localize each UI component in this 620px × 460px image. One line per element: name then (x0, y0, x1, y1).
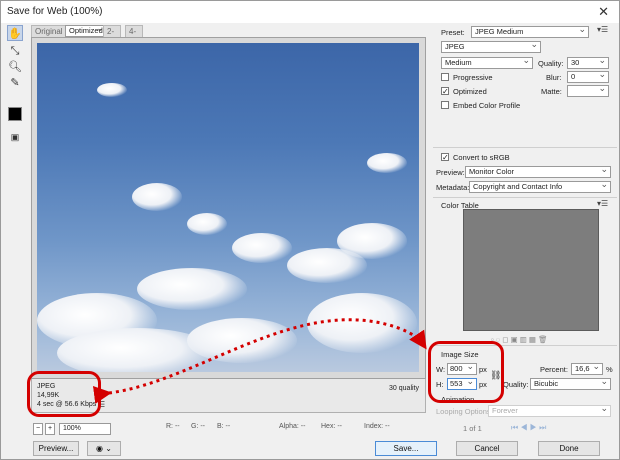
quality-input[interactable]: 30 (567, 57, 609, 69)
zoom-out-icon[interactable]: − (33, 423, 43, 435)
readout-alpha: Alpha: -- (279, 423, 306, 430)
format-select[interactable]: JPEG (441, 41, 541, 53)
resample-quality-select[interactable]: Bicubic (530, 378, 611, 390)
embed-profile-checkbox[interactable] (441, 101, 449, 109)
save-button[interactable]: Save... (375, 441, 437, 456)
toolbox: ✋ ⤡ 🔍︎ ✎ ▣ (5, 23, 25, 142)
zoom-tool-icon[interactable]: 🔍︎ (7, 59, 23, 75)
zoom-select[interactable]: 100% (59, 423, 111, 435)
readout-hex: Hex: -- (321, 423, 342, 430)
matte-select[interactable] (567, 85, 609, 97)
divider (433, 147, 617, 148)
quality-label: Quality: (538, 59, 564, 68)
convert-srgb-checkbox[interactable]: ✓ (441, 153, 449, 162)
tab-2-up[interactable]: 2-Up (103, 25, 122, 48)
percent-label: Percent: (540, 365, 568, 374)
done-button[interactable]: Done (538, 441, 600, 456)
blur-input[interactable]: 0 (567, 71, 609, 83)
hand-tool-icon[interactable]: ✋ (7, 25, 23, 41)
optimize-menu-icon[interactable]: ▾☰ (597, 25, 608, 34)
progressive-label: Progressive (453, 73, 493, 82)
preview-color-label: Preview: (436, 168, 465, 177)
close-icon[interactable]: ✕ (598, 4, 609, 20)
readout-r: R: -- (166, 423, 180, 430)
status-bar: − + 100% R: -- G: -- B: -- Alpha: -- Hex… (31, 421, 431, 435)
looping-label: Looping Options: (436, 407, 493, 416)
window-title: Save for Web (100%) (7, 6, 103, 17)
cancel-button[interactable]: Cancel (456, 441, 518, 456)
toggle-slices-icon[interactable]: ▣ (7, 129, 23, 145)
eyedropper-color-swatch[interactable] (8, 107, 22, 121)
save-for-web-dialog: Save for Web (100%) ✕ ✋ ⤡ 🔍︎ ✎ ▣ Origina… (0, 0, 620, 460)
title-bar: Save for Web (100%) ✕ (1, 1, 619, 23)
metadata-select[interactable]: Copyright and Contact Info (469, 181, 611, 193)
readout-index: Index: -- (364, 423, 390, 430)
preset-label: Preset: (441, 28, 465, 37)
browser-preview-button[interactable]: ◉ ⌄ (87, 441, 121, 456)
optimized-label: Optimized (453, 87, 487, 96)
slice-select-tool-icon[interactable]: ⤡ (7, 43, 23, 59)
optimized-checkbox[interactable]: ✓ (441, 87, 449, 96)
color-table-menu-icon[interactable]: ▾☰ (597, 199, 608, 208)
sky-image (37, 43, 419, 372)
tab-optimized[interactable]: Optimized (65, 25, 107, 37)
zoom-in-icon[interactable]: + (45, 423, 55, 435)
percent-unit: % (606, 365, 613, 374)
preset-select[interactable]: JPEG Medium (471, 26, 589, 38)
frame-navigation-icon[interactable]: ⏮ ◀ ▶ ⏭ (511, 423, 546, 433)
preview-color-select[interactable]: Monitor Color (465, 166, 611, 178)
info-quality: 30 quality (389, 385, 419, 392)
embed-profile-label: Embed Color Profile (453, 101, 521, 110)
blur-label: Blur: (546, 73, 562, 82)
looping-select[interactable]: Forever (488, 405, 611, 417)
matte-label: Matte: (541, 87, 562, 96)
compression-select[interactable]: Medium (441, 57, 533, 69)
annotation-ring-size (428, 341, 504, 403)
annotation-ring-info (27, 371, 101, 417)
divider (433, 197, 617, 198)
tab-original[interactable]: Original (31, 25, 67, 37)
frame-counter: 1 of 1 (463, 424, 482, 433)
readout-g: G: -- (191, 423, 205, 430)
metadata-label: Metadata: (436, 183, 470, 192)
readout-b: B: -- (217, 423, 231, 430)
tab-4-up[interactable]: 4-Up (125, 25, 144, 48)
preview-button[interactable]: Preview... (33, 441, 79, 456)
color-table[interactable] (463, 209, 599, 331)
resample-quality-label: Quality: (503, 380, 529, 389)
progressive-checkbox[interactable] (441, 73, 449, 81)
preview-canvas[interactable] (31, 37, 426, 379)
percent-input[interactable]: 16,6 (571, 363, 603, 375)
convert-srgb-label: Convert to sRGB (453, 153, 510, 162)
eyedropper-tool-icon[interactable]: ✎ (7, 75, 23, 91)
